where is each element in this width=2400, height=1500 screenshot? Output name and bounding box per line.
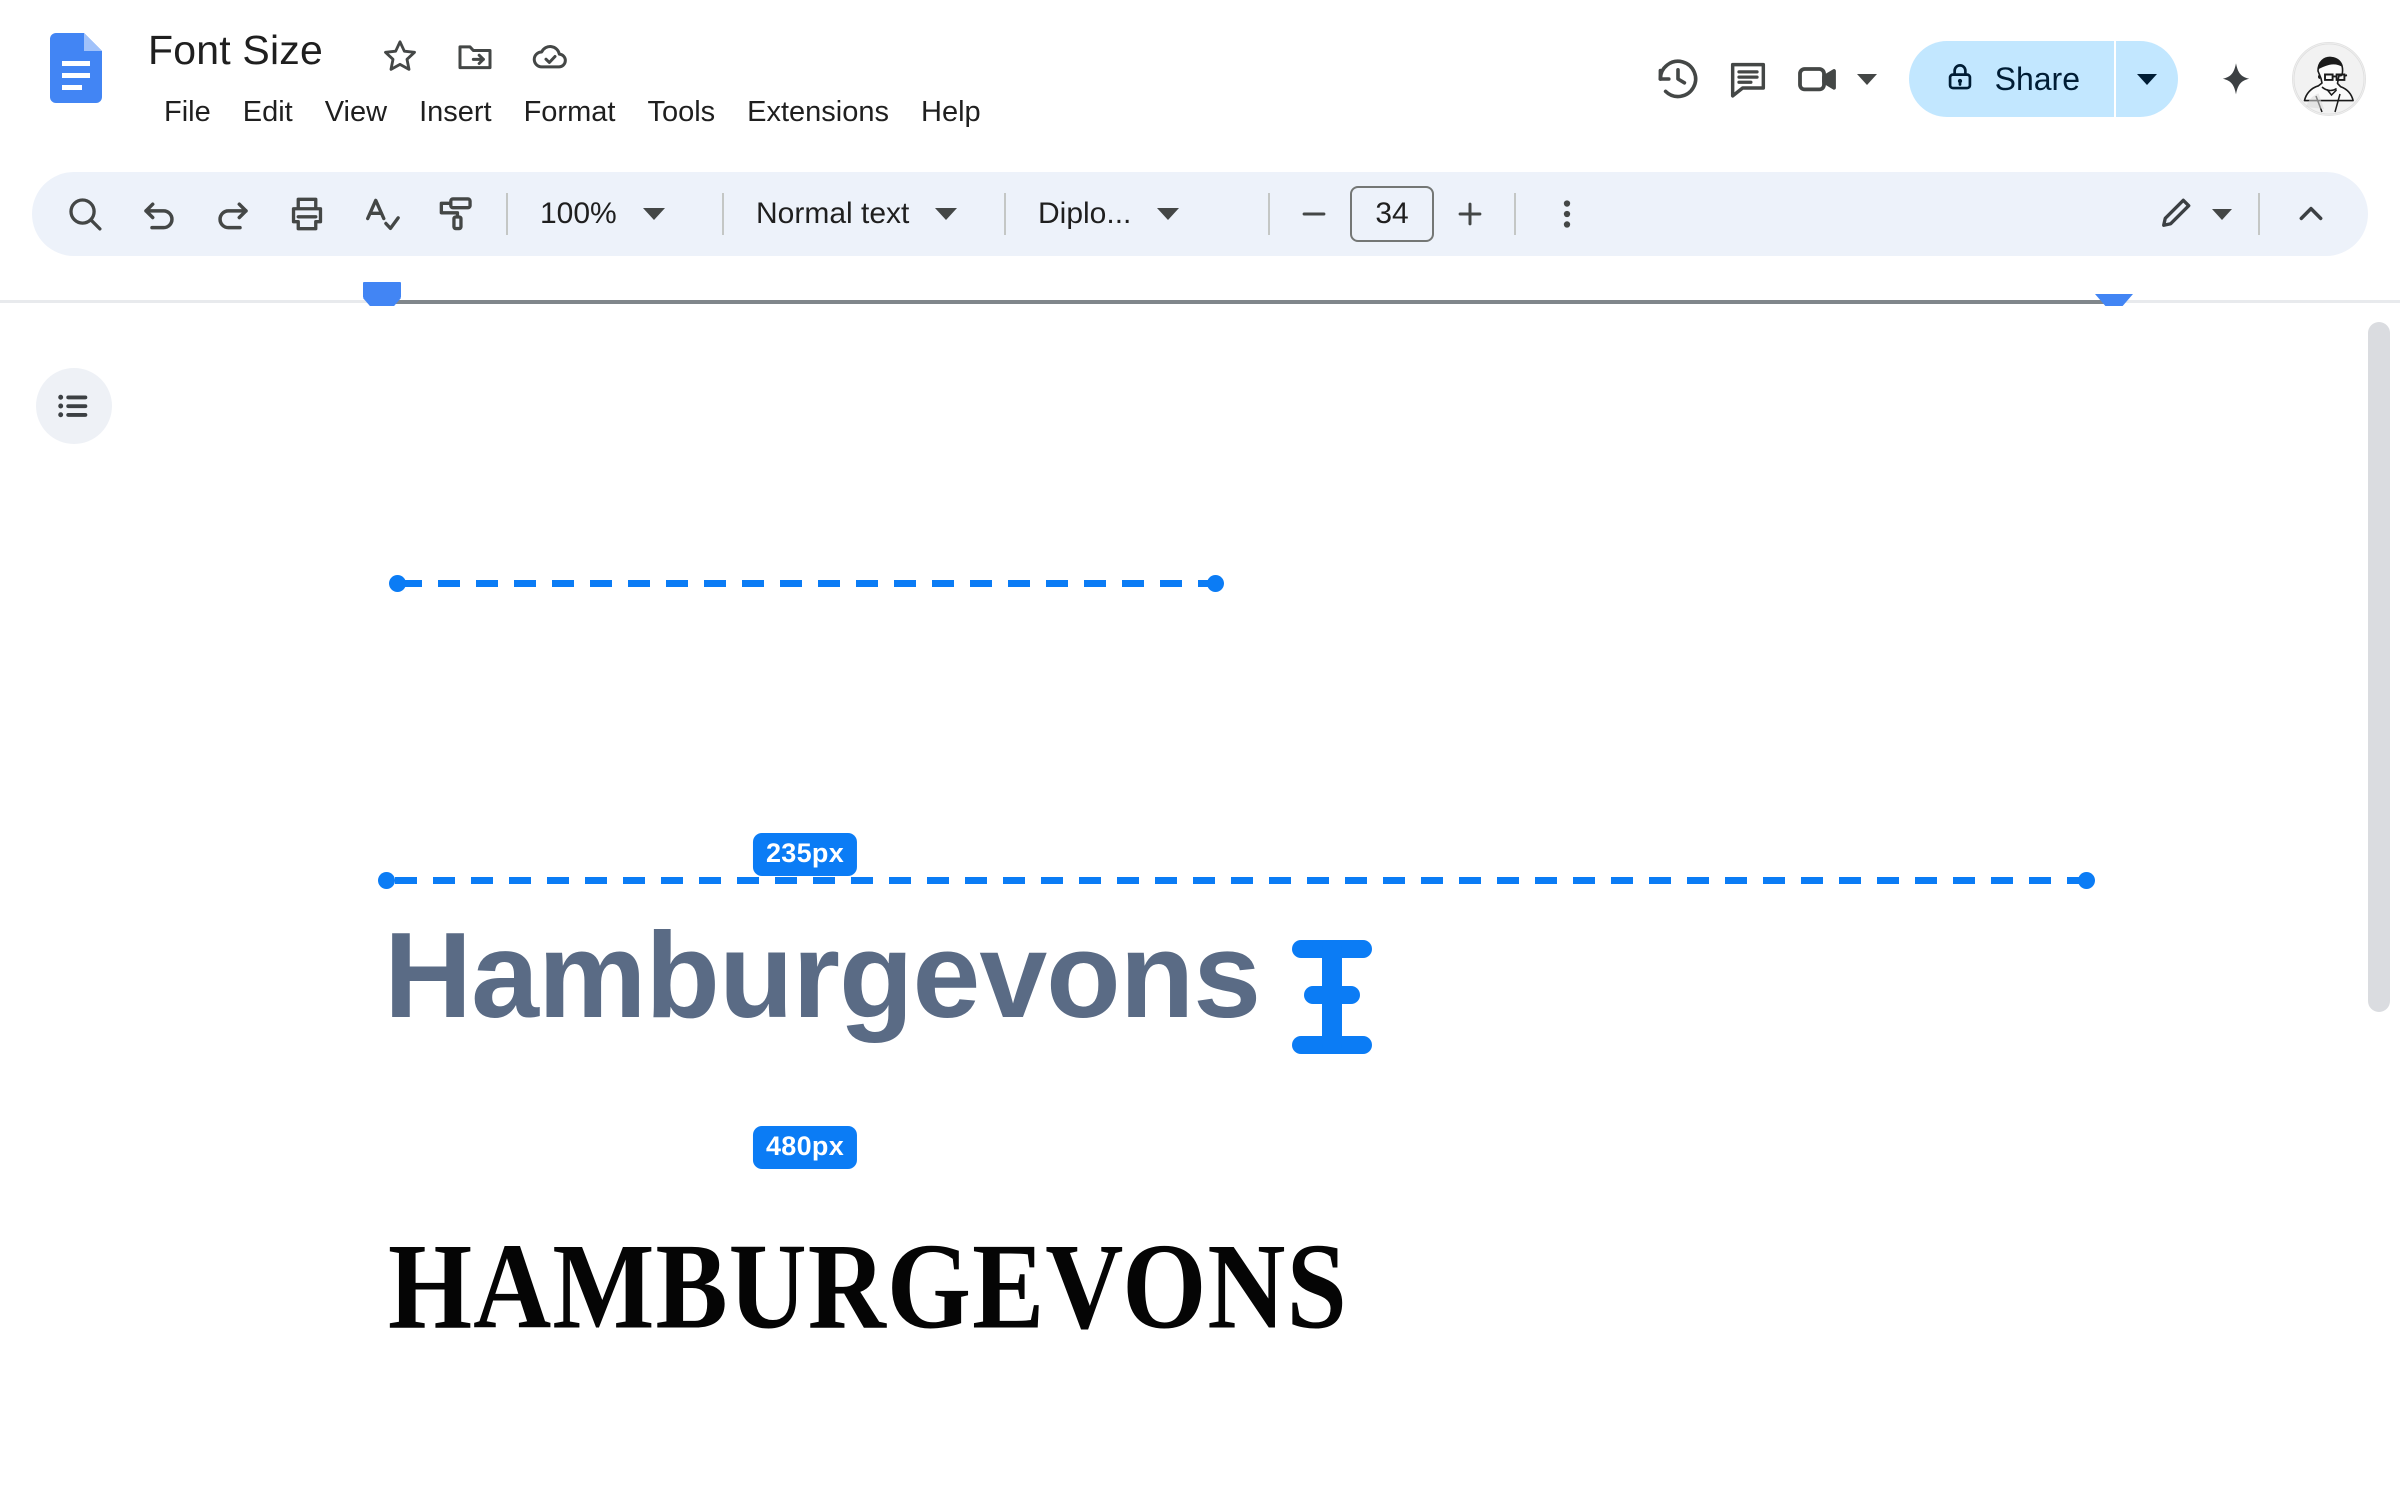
- chevron-down-icon[interactable]: [1856, 73, 1877, 85]
- toolbar-right-group: [2144, 183, 2368, 245]
- search-icon[interactable]: [54, 183, 116, 245]
- measure-label-235: 235px: [752, 833, 858, 876]
- move-to-folder-icon[interactable]: [455, 36, 495, 76]
- menu-view[interactable]: View: [309, 92, 403, 133]
- pencil-edit-icon: [2156, 191, 2198, 238]
- measure-label-480: 480px: [752, 1126, 858, 1169]
- paint-format-icon[interactable]: [424, 183, 486, 245]
- ruler-active-range: [382, 300, 2114, 304]
- indent-bar: [363, 282, 401, 298]
- font-family-value: Diplo...: [1038, 197, 1132, 230]
- measure-line-480: [395, 877, 2085, 884]
- toolbar-divider: [722, 193, 724, 235]
- chevron-down-icon: [935, 208, 958, 220]
- cloud-saved-icon[interactable]: [530, 36, 570, 76]
- chevron-down-icon: [1157, 208, 1180, 220]
- menu-insert[interactable]: Insert: [403, 92, 508, 133]
- user-avatar[interactable]: [2292, 42, 2366, 116]
- paragraph-style-dropdown[interactable]: Normal text: [738, 183, 990, 245]
- toolbar-divider: [1514, 193, 1516, 235]
- chevron-down-icon: [2212, 208, 2232, 220]
- google-docs-icon[interactable]: [50, 33, 102, 103]
- menu-edit[interactable]: Edit: [227, 92, 309, 133]
- zoom-level-dropdown[interactable]: 100%: [522, 183, 708, 245]
- menu-format[interactable]: Format: [508, 92, 632, 133]
- menu-file[interactable]: File: [148, 92, 227, 133]
- print-icon[interactable]: [276, 183, 338, 245]
- menu-extensions[interactable]: Extensions: [731, 92, 905, 133]
- toolbar-divider: [1004, 193, 1006, 235]
- lock-icon: [1943, 60, 1977, 99]
- show-outline-icon[interactable]: [36, 368, 112, 444]
- sample-text-line-2[interactable]: HAMBURGEVONS: [388, 1225, 1348, 1349]
- increase-font-size-button[interactable]: [1440, 184, 1500, 244]
- measure-endpoint-right: [2078, 872, 2095, 889]
- measure-endpoint-left: [389, 575, 406, 592]
- font-size-control: 34: [1284, 184, 1500, 244]
- meet-camera-icon[interactable]: [1783, 44, 1853, 114]
- font-family-dropdown[interactable]: Diplo...: [1020, 183, 1254, 245]
- star-icon[interactable]: [380, 36, 420, 76]
- editing-mode-dropdown[interactable]: [2144, 183, 2244, 245]
- share-dropdown-button[interactable]: [2116, 41, 2178, 117]
- collapse-toolbar-button[interactable]: [2280, 183, 2342, 245]
- more-vertical-icon[interactable]: [1536, 183, 1598, 245]
- chevron-down-icon: [642, 208, 665, 220]
- text-cursor-ibeam: [1288, 936, 1376, 1063]
- sample-text-line-1[interactable]: Hamburgevons: [384, 914, 1261, 1036]
- measure-line-235: [400, 580, 1212, 587]
- decrease-font-size-button[interactable]: [1284, 184, 1344, 244]
- chevron-down-icon[interactable]: [2137, 73, 2157, 85]
- comment-icon[interactable]: [1713, 44, 1783, 114]
- share-label: Share: [1994, 60, 2080, 97]
- header-actions: Share: [1643, 0, 2400, 158]
- font-size-input[interactable]: 34: [1350, 186, 1434, 242]
- toolbar-divider: [1268, 193, 1270, 235]
- menu-bar: File Edit View Insert Format Tools Exten…: [148, 92, 997, 133]
- redo-icon[interactable]: [202, 183, 264, 245]
- share-button[interactable]: Share: [1908, 41, 2178, 117]
- gemini-sparkle-icon[interactable]: [2198, 41, 2274, 117]
- version-history-icon[interactable]: [1643, 44, 1713, 114]
- toolbar-divider: [2258, 193, 2260, 235]
- zoom-level-value: 100%: [540, 197, 617, 230]
- meet-camera-button[interactable]: [1783, 44, 1883, 114]
- toolbar-divider: [506, 193, 508, 235]
- undo-icon[interactable]: [128, 183, 190, 245]
- measure-endpoint-left: [378, 872, 395, 889]
- vertical-scrollbar[interactable]: [2368, 322, 2390, 1012]
- app-header: Font Size File Edit View Insert Format T…: [0, 0, 2400, 158]
- spellcheck-icon[interactable]: [350, 183, 412, 245]
- menu-tools[interactable]: Tools: [631, 92, 731, 133]
- menu-help[interactable]: Help: [905, 92, 997, 133]
- document-canvas[interactable]: 235px Hamburgevons 480px HAMBURGEVONS: [0, 306, 2400, 1500]
- share-main[interactable]: Share: [1909, 41, 2114, 117]
- main-toolbar: 100% Normal text Diplo... 34: [32, 172, 2368, 256]
- measure-endpoint-right: [1207, 575, 1224, 592]
- document-title[interactable]: Font Size: [148, 27, 323, 74]
- paragraph-style-value: Normal text: [756, 197, 910, 230]
